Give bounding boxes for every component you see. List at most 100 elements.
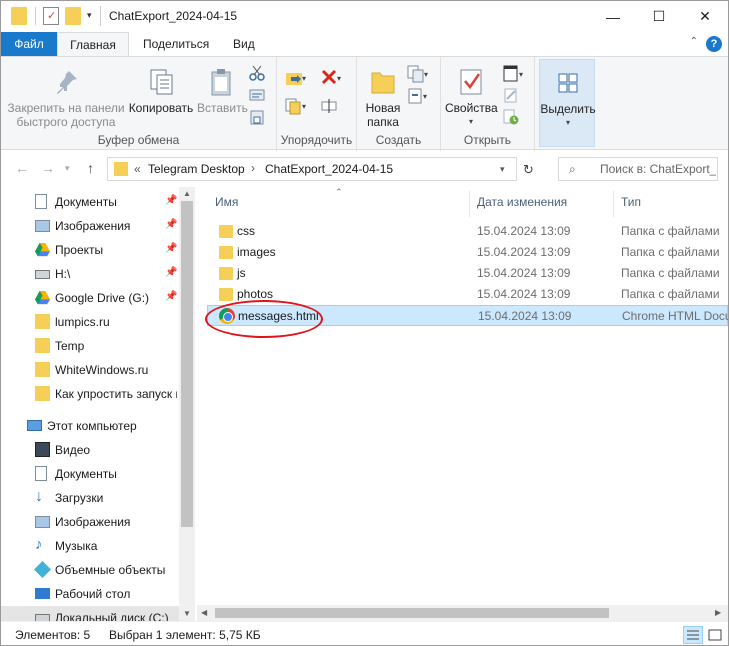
nav-item-lumpics[interactable]: lumpics.ru [1, 310, 179, 334]
edit-icon[interactable] [503, 87, 519, 103]
history-icon[interactable] [503, 109, 519, 125]
nav-item-projects[interactable]: Проекты 📌 [1, 238, 179, 262]
address-overflow[interactable]: « [134, 162, 141, 176]
pin-icon: 📌 [165, 195, 178, 206]
column-divider[interactable] [469, 191, 470, 217]
address-bar[interactable]: « Telegram Desktop › ChatExport_2024-04-… [107, 157, 517, 181]
nav-item-video[interactable]: Видео [1, 438, 179, 462]
breadcrumb-chatexport[interactable]: ChatExport_2024-04-15 [265, 162, 393, 176]
nav-item-desktop[interactable]: Рабочий стол [1, 582, 179, 606]
tab-file[interactable]: Файл [1, 32, 57, 56]
nav-item-label: Музыка [55, 539, 98, 553]
nav-item-label: Проекты [55, 243, 104, 257]
group-open: Свойства ▾ ▾ Открыть [441, 57, 535, 151]
select-grid-icon [553, 68, 583, 98]
new-folder-quick-icon[interactable] [65, 7, 81, 25]
breadcrumb-telegram-desktop[interactable]: Telegram Desktop [148, 162, 245, 176]
new-folder-icon [368, 67, 398, 97]
file-list-hscrollbar[interactable]: ◀ ▶ [197, 605, 728, 621]
nav-item-3d-objects[interactable]: Объемные объекты [1, 558, 179, 582]
group-organize: ▾ ▾ ▾ Упорядочить [277, 57, 357, 151]
scroll-down-icon[interactable]: ▼ [183, 609, 191, 618]
customize-quick-access-icon[interactable]: ▾ [87, 10, 92, 21]
help-icon[interactable]: ? [706, 36, 722, 52]
copy-button[interactable]: Копировать [125, 67, 197, 115]
nav-item-simplify-launch[interactable]: Как упростить запуск п [1, 382, 179, 406]
nav-item-music[interactable]: ♪ Музыка [1, 534, 179, 558]
paste-shortcut-icon[interactable] [249, 109, 265, 125]
back-icon[interactable]: ← [15, 160, 29, 176]
nav-item-local-disk-c[interactable]: Локальный диск (C:) [1, 606, 179, 621]
nav-item-pictures[interactable]: Изображения 📌 [1, 214, 179, 238]
scroll-left-icon[interactable]: ◀ [201, 608, 207, 617]
tab-share[interactable]: Поделиться [131, 32, 221, 56]
properties-quick-icon[interactable]: ✓ [43, 7, 59, 25]
breadcrumb-separator-icon[interactable]: › [251, 161, 255, 175]
search-box[interactable]: ⌕ Поиск в: ChatExport_2024-04-15 [558, 157, 718, 181]
large-icons-view-button[interactable] [705, 626, 725, 644]
column-divider[interactable] [613, 191, 614, 217]
folder-icon [35, 338, 50, 353]
scroll-up-icon[interactable]: ▲ [183, 189, 191, 198]
move-to-icon[interactable]: ▾ [285, 69, 307, 85]
tab-view[interactable]: Вид [221, 32, 267, 56]
svg-text:▾: ▾ [519, 70, 523, 79]
column-header-name[interactable]: Имя [215, 195, 238, 217]
nav-item-label: WhiteWindows.ru [55, 363, 149, 377]
nav-item-pc-pictures[interactable]: Изображения [1, 510, 179, 534]
nav-item-label: Видео [55, 443, 91, 457]
nav-item-google-drive[interactable]: Google Drive (G:) 📌 [1, 286, 179, 310]
group-new: Новая папка ▾ ▾ Создать [357, 57, 441, 151]
rename-icon[interactable] [321, 97, 343, 113]
refresh-icon[interactable]: ↻ [523, 162, 534, 178]
paste-button[interactable]: Вставить [197, 67, 248, 115]
highlight-circle [205, 300, 323, 338]
nav-item-label: Temp [55, 339, 85, 353]
nav-item-label: Локальный диск (C:) [55, 611, 169, 621]
pin-quick-access-button[interactable]: Закрепить на панели быстрого доступа [7, 67, 125, 129]
nav-item-label: H:\ [55, 267, 71, 281]
file-row-js[interactable]: js 15.04.2024 13:09 Папка с файлами [207, 263, 728, 284]
nav-scrollbar[interactable]: ▲ ▼ [179, 187, 195, 621]
nav-item-downloads[interactable]: ↓ Загрузки [1, 486, 179, 510]
column-header-type[interactable]: Тип [621, 195, 641, 217]
file-row-css[interactable]: css 15.04.2024 13:09 Папка с файлами [207, 221, 728, 242]
nav-item-whitewindows[interactable]: WhiteWindows.ru [1, 358, 179, 382]
copy-to-icon[interactable]: ▾ [285, 97, 307, 115]
forward-icon[interactable]: → [41, 160, 55, 176]
details-view-button[interactable] [683, 626, 703, 644]
nav-item-temp[interactable]: Temp [1, 334, 179, 358]
new-folder-button[interactable]: Новая папка [361, 67, 405, 129]
nav-item-documents[interactable]: Документы 📌 [1, 190, 179, 214]
close-button[interactable]: ✕ [682, 1, 728, 32]
nav-item-this-pc[interactable]: Этот компьютер [1, 414, 179, 438]
file-row-images[interactable]: images 15.04.2024 13:09 Папка с файлами [207, 242, 728, 263]
nav-item-label: Google Drive (G:) [55, 291, 150, 305]
group-label-open: Открыть [463, 133, 512, 147]
properties-button[interactable]: Свойства ▾ [445, 67, 498, 129]
hscrollbar-thumb[interactable] [215, 608, 609, 618]
select-button[interactable]: Выделить ▾ [539, 59, 596, 147]
minimize-button[interactable]: — [590, 1, 636, 32]
easy-access-icon[interactable]: ▾ [407, 87, 429, 104]
tab-home[interactable]: Главная [57, 32, 129, 56]
open-icon[interactable]: ▾ [503, 65, 525, 82]
nav-item-label: Документы [55, 467, 117, 481]
nav-item-pc-documents[interactable]: Документы [1, 462, 179, 486]
cut-icon[interactable] [249, 65, 265, 81]
maximize-button[interactable]: ☐ [636, 1, 682, 32]
nav-item-drive-h[interactable]: H:\ 📌 [1, 262, 179, 286]
nav-scrollbar-thumb[interactable] [181, 201, 193, 527]
scroll-right-icon[interactable]: ▶ [715, 608, 721, 617]
group-label-organize: Упорядочить [280, 133, 353, 147]
up-icon[interactable]: ↑ [87, 160, 94, 176]
collapse-ribbon-icon[interactable]: ⌃ [690, 36, 698, 47]
delete-icon[interactable]: ▾ [321, 69, 343, 85]
properties-dropdown-icon[interactable]: ▾ [445, 115, 497, 129]
address-dropdown-icon[interactable]: ▾ [500, 164, 505, 175]
new-item-icon[interactable]: ▾ [407, 65, 429, 83]
column-header-date[interactable]: Дата изменения [477, 195, 567, 217]
folder-icon [35, 362, 50, 377]
recent-locations-icon[interactable]: ▾ [65, 163, 70, 174]
copy-path-icon[interactable] [249, 87, 265, 103]
